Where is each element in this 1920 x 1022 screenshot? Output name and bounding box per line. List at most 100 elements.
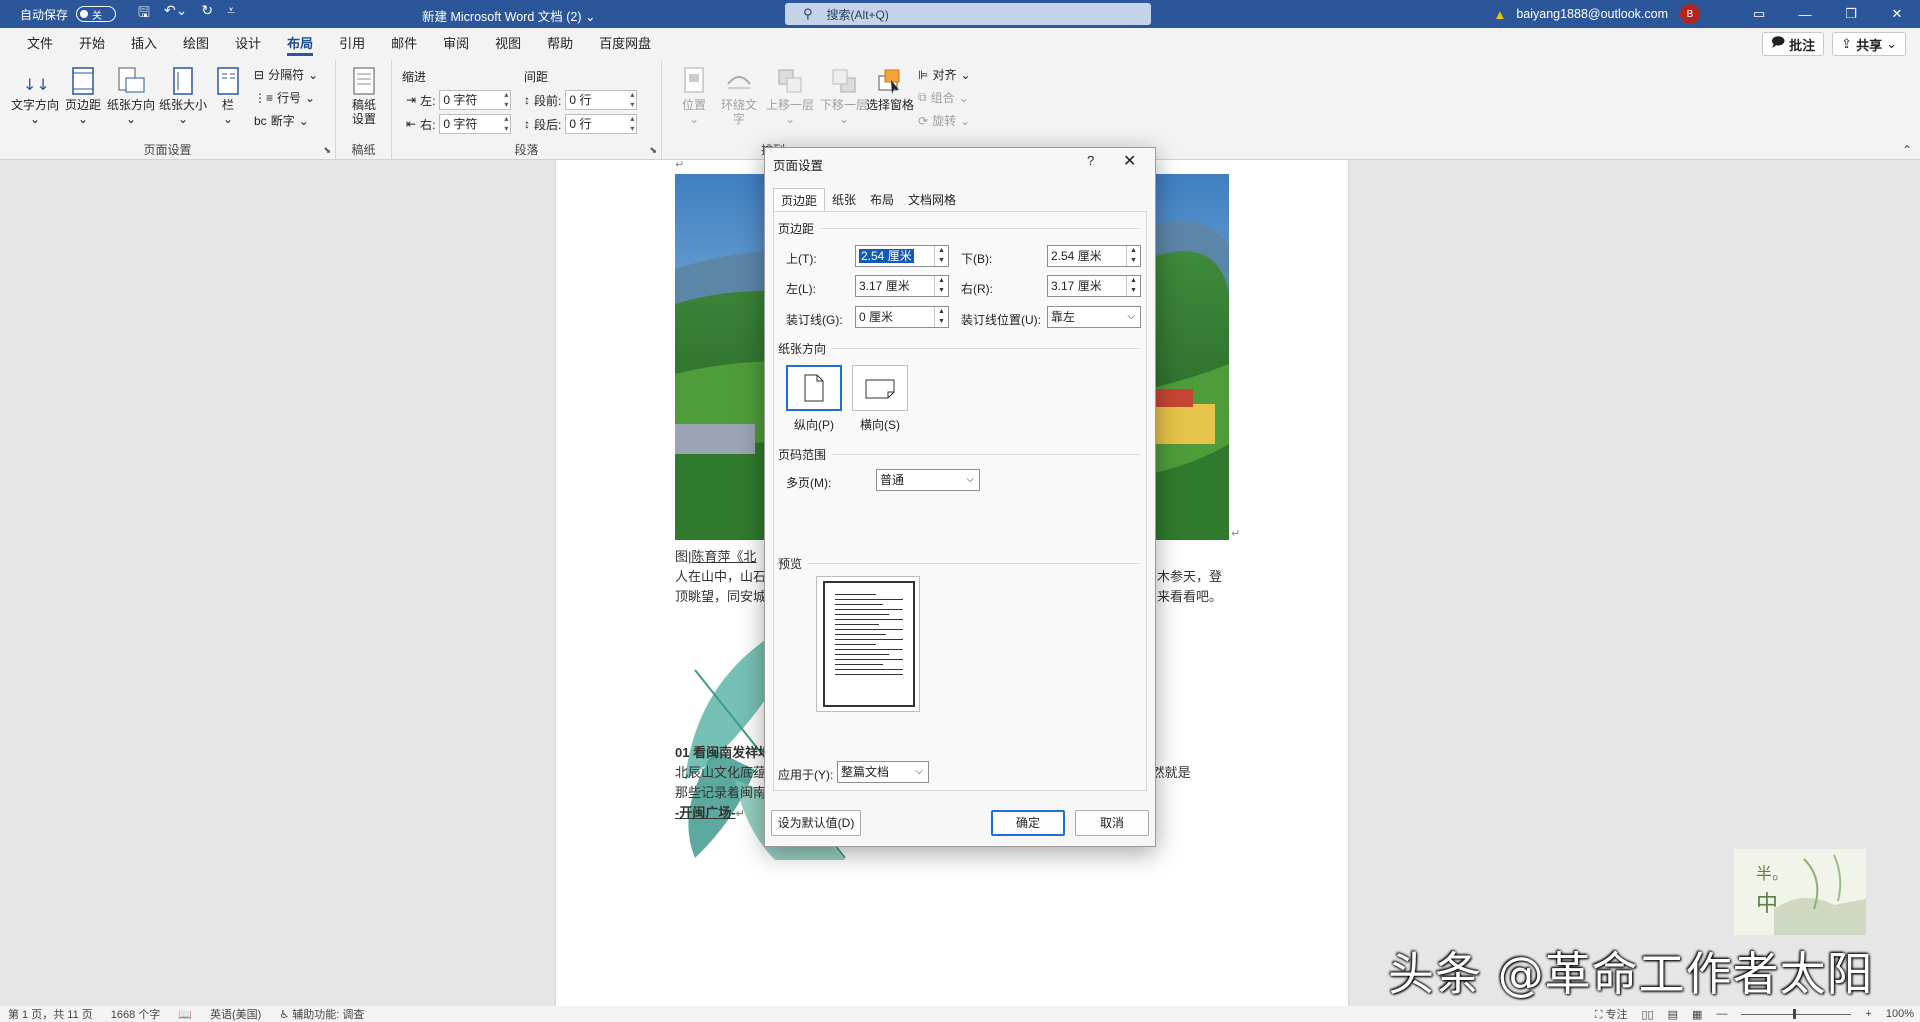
tab-baidu-netdisk[interactable]: 百度网盘 bbox=[586, 28, 664, 60]
spacing-after-label: 段后: bbox=[534, 117, 562, 132]
focus-mode[interactable]: ⛶ 专注 bbox=[1595, 1006, 1628, 1022]
dialog-launcher-icon[interactable]: ⬊ bbox=[323, 145, 331, 156]
undo-icon[interactable]: ↶⌄ bbox=[164, 2, 187, 26]
print-layout-icon[interactable]: ▤ bbox=[1668, 1008, 1678, 1021]
proofing-icon[interactable]: 📖 bbox=[178, 1008, 192, 1021]
breaks-button[interactable]: ⊟ 分隔符 ⌄ bbox=[254, 66, 318, 83]
word-count[interactable]: 1668 个字 bbox=[111, 1006, 161, 1022]
gutter-input[interactable]: 0 厘米 ▲ ▼ bbox=[855, 306, 949, 328]
margins-button[interactable]: 页边距 ⌄ bbox=[60, 64, 106, 126]
position-button[interactable]: 位置 ⌄ bbox=[676, 64, 712, 126]
ribbon-display-options-icon[interactable]: ▭ bbox=[1736, 6, 1782, 22]
caption-link[interactable]: 陈育萍《北 bbox=[691, 549, 756, 564]
tab-layout[interactable]: 布局 bbox=[274, 28, 326, 60]
zoom-out-button[interactable]: — bbox=[1716, 1008, 1727, 1020]
dialog-launcher-icon[interactable]: ⬊ bbox=[649, 145, 657, 156]
ok-button[interactable]: 确定 bbox=[991, 810, 1065, 836]
size-button[interactable]: 纸张大小 ⌄ bbox=[158, 64, 208, 126]
orientation-button[interactable]: 纸张方向 ⌄ bbox=[106, 64, 156, 126]
spinner-arrows-icon[interactable]: ▲ ▼ bbox=[1126, 246, 1140, 266]
tab-file[interactable]: 文件 bbox=[14, 28, 66, 60]
share-button[interactable]: ⇪ 共享 ⌄ bbox=[1832, 32, 1906, 56]
account-name[interactable]: baiyang1888@outlook.com bbox=[1516, 7, 1668, 21]
tab-home[interactable]: 开始 bbox=[66, 28, 118, 60]
tab-paper[interactable]: 纸张 bbox=[825, 188, 863, 212]
search-box[interactable]: ⚲ 搜索(Alt+Q) bbox=[785, 3, 1151, 25]
minimize-button[interactable]: — bbox=[1782, 7, 1828, 22]
spacing-after-input[interactable]: 0 行 bbox=[565, 114, 638, 134]
tab-view[interactable]: 视图 bbox=[482, 28, 534, 60]
accessibility-status[interactable]: ♿ 辅助功能: 调查 bbox=[279, 1006, 364, 1022]
tab-design[interactable]: 设计 bbox=[222, 28, 274, 60]
spinner-arrows-icon[interactable]: ▲ ▼ bbox=[934, 307, 948, 327]
collapse-ribbon-icon[interactable]: ⌃ bbox=[1902, 143, 1912, 157]
close-dialog-button[interactable]: ✕ bbox=[1123, 151, 1136, 171]
spinner-arrows-icon[interactable]: ▲ ▼ bbox=[934, 246, 948, 266]
page-count[interactable]: 第 1 页，共 11 页 bbox=[8, 1006, 93, 1022]
tab-insert[interactable]: 插入 bbox=[118, 28, 170, 60]
columns-button[interactable]: 栏 ⌄ bbox=[208, 64, 248, 126]
bring-forward-button[interactable]: 上移一层 ⌄ bbox=[764, 64, 816, 126]
hyphenation-button[interactable]: bc 断字 ⌄ bbox=[254, 112, 309, 129]
multiple-pages-select[interactable]: 普通 ⌵ bbox=[876, 469, 980, 491]
send-backward-button[interactable]: 下移一层 ⌄ bbox=[818, 64, 870, 126]
chevron-down-icon: ⌵ bbox=[915, 766, 923, 777]
spacing-before-input[interactable]: 0 行 bbox=[565, 90, 638, 110]
page-size-icon bbox=[158, 64, 208, 98]
redo-icon[interactable]: ↻ bbox=[201, 2, 213, 26]
tab-margins[interactable]: 页边距 bbox=[773, 188, 826, 212]
help-button[interactable]: ? bbox=[1087, 153, 1094, 168]
manuscript-settings-button[interactable]: 稿纸 设置 bbox=[341, 64, 387, 126]
language-status[interactable]: 英语(美国) bbox=[210, 1006, 261, 1022]
tab-references[interactable]: 引用 bbox=[326, 28, 378, 60]
customize-qat-icon[interactable]: ⩡ bbox=[227, 2, 235, 26]
zoom-slider[interactable] bbox=[1741, 1008, 1852, 1019]
align-button[interactable]: ⊫ 对齐 ⌄ bbox=[918, 66, 971, 83]
web-layout-icon[interactable]: ▦ bbox=[1692, 1008, 1702, 1021]
autosave-toggle[interactable]: 关 bbox=[76, 6, 117, 22]
tab-help[interactable]: 帮助 bbox=[534, 28, 586, 60]
read-mode-icon[interactable]: ▯▯ bbox=[1642, 1008, 1654, 1021]
apply-to-select[interactable]: 整篇文档 ⌵ bbox=[837, 761, 929, 783]
bottom-margin-input[interactable]: 2.54 厘米 ▲ ▼ bbox=[1047, 245, 1141, 267]
comments-button[interactable]: 🗩 批注 bbox=[1761, 32, 1825, 56]
top-margin-input[interactable]: 2.54 厘米 ▲ ▼ bbox=[855, 245, 949, 267]
tab-document-grid[interactable]: 文档网格 bbox=[901, 188, 963, 212]
tab-review[interactable]: 审阅 bbox=[430, 28, 482, 60]
zoom-in-button[interactable]: + bbox=[1865, 1008, 1871, 1020]
search-icon: ⚲ bbox=[803, 6, 813, 21]
group-objects-button[interactable]: ⧉ 组合 ⌄ bbox=[918, 89, 969, 106]
search-placeholder: 搜索(Alt+Q) bbox=[826, 7, 889, 22]
line-numbers-button[interactable]: ⋮≡ 行号 ⌄ bbox=[254, 89, 315, 106]
warning-icon[interactable]: ▲ bbox=[1493, 7, 1506, 22]
pages-section-title: 页码范围 bbox=[778, 448, 827, 462]
indent-right-input[interactable]: 0 字符 bbox=[439, 114, 512, 134]
wrap-text-button[interactable]: 环绕文 字 bbox=[716, 64, 762, 126]
avatar[interactable]: B bbox=[1680, 4, 1700, 24]
indent-left-input[interactable]: 0 字符 bbox=[439, 90, 512, 110]
close-window-button[interactable]: ✕ bbox=[1874, 6, 1920, 22]
selection-pane-button[interactable]: 选择窗格 bbox=[864, 64, 916, 112]
text-direction-button[interactable]: ↓↓A 文字方向⌄ bbox=[10, 64, 60, 126]
save-icon[interactable]: 🖫 bbox=[138, 2, 150, 26]
tab-layout[interactable]: 布局 bbox=[863, 188, 901, 212]
restore-button[interactable]: ❐ bbox=[1828, 6, 1874, 22]
tab-draw[interactable]: 绘图 bbox=[170, 28, 222, 60]
rotate-button[interactable]: ⟳ 旋转 ⌄ bbox=[918, 112, 970, 129]
dialog-title: 页面设置 bbox=[773, 159, 824, 173]
gutter-position-select[interactable]: 靠左 ⌵ bbox=[1047, 306, 1141, 328]
zoom-level[interactable]: 100% bbox=[1886, 1008, 1914, 1020]
tab-mailings[interactable]: 邮件 bbox=[378, 28, 430, 60]
portrait-option[interactable] bbox=[786, 365, 842, 411]
group-page-setup: ↓↓A 文字方向⌄ 页边距⌄ 纸张方向⌄ 纸张大小⌄ 栏⌄ ⊟分隔符⌄ ⋮≡行号… bbox=[0, 60, 336, 160]
left-margin-input[interactable]: 3.17 厘米 ▲ ▼ bbox=[855, 275, 949, 297]
spinner-arrows-icon[interactable]: ▲ ▼ bbox=[934, 276, 948, 296]
gutter-label: 装订线(G): bbox=[786, 313, 843, 327]
autosave[interactable]: 自动保存 关 bbox=[20, 6, 117, 23]
document-title[interactable]: 新建 Microsoft Word 文档 (2) ⌄ bbox=[422, 6, 595, 25]
landscape-option[interactable] bbox=[852, 365, 908, 411]
right-margin-input[interactable]: 3.17 厘米 ▲ ▼ bbox=[1047, 275, 1141, 297]
cancel-button[interactable]: 取消 bbox=[1075, 810, 1149, 836]
set-default-button[interactable]: 设为默认值(D) bbox=[771, 810, 861, 836]
spinner-arrows-icon[interactable]: ▲ ▼ bbox=[1126, 276, 1140, 296]
